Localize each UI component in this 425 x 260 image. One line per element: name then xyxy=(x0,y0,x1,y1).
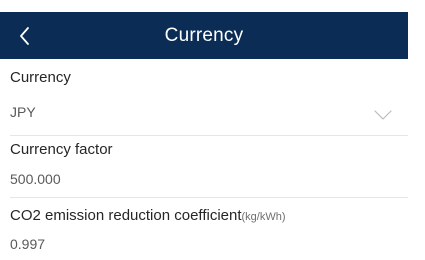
co2-coefficient-value: 0.997 xyxy=(10,236,46,252)
currency-value: JPY xyxy=(10,104,36,120)
header-bar: Currency xyxy=(0,12,408,59)
currency-label: Currency xyxy=(10,69,71,86)
co2-unit-label: (kg/kWh) xyxy=(241,211,286,223)
currency-settings-screen: Currency Currency JPY Currency factor 50… xyxy=(0,0,425,260)
chevron-down-icon xyxy=(374,108,392,120)
currency-factor-value: 500.000 xyxy=(10,171,61,187)
co2-coefficient-field[interactable]: CO2 emission reduction coefficient(kg/kW… xyxy=(0,197,408,260)
page-title: Currency xyxy=(164,24,244,46)
currency-factor-field[interactable]: Currency factor 500.000 xyxy=(0,135,408,197)
co2-label-row: CO2 emission reduction coefficient(kg/kW… xyxy=(10,207,286,225)
currency-factor-label: Currency factor xyxy=(10,141,113,158)
co2-coefficient-label: CO2 emission reduction coefficient xyxy=(10,207,242,224)
currency-dropdown[interactable]: JPY xyxy=(0,97,408,127)
